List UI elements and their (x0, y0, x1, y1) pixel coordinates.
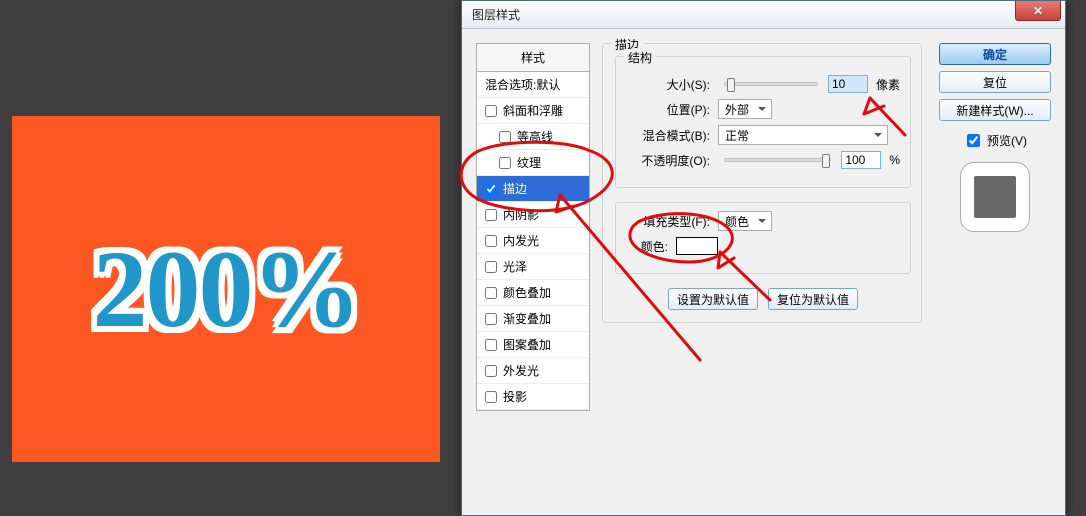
style-item-label: 渐变叠加 (503, 310, 551, 327)
style-check-satin[interactable] (485, 261, 497, 273)
style-item-inner-shadow[interactable]: 内阴影 (477, 202, 589, 228)
style-check-texture[interactable] (499, 157, 511, 169)
style-check-bevel[interactable] (485, 105, 497, 117)
style-list-header: 样式 (477, 44, 589, 72)
fill-type-combo[interactable]: 颜色 (718, 211, 772, 231)
blend-mode-combo[interactable]: 正常 (718, 125, 888, 145)
opacity-slider[interactable] (724, 158, 831, 162)
style-item-label: 描边 (503, 180, 527, 197)
style-item-texture[interactable]: 纹理 (477, 150, 589, 176)
opacity-row: 不透明度(O): % (628, 151, 900, 169)
ok-button[interactable]: 确定 (939, 43, 1051, 65)
reset-default-button[interactable]: 复位为默认值 (768, 288, 858, 310)
style-item-label: 光泽 (503, 258, 527, 275)
make-default-label: 设置为默认值 (677, 291, 749, 308)
position-value: 外部 (725, 101, 749, 118)
opacity-unit: % (889, 153, 900, 167)
preview-label: 预览(V) (987, 132, 1027, 149)
style-item-color-overlay[interactable]: 颜色叠加 (477, 280, 589, 306)
reset-label: 复位 (983, 74, 1007, 91)
style-check-stroke[interactable] (485, 183, 497, 195)
close-icon: ✕ (1033, 4, 1043, 18)
style-check-gradient-overlay[interactable] (485, 313, 497, 325)
opacity-slider-thumb[interactable] (822, 154, 830, 168)
stroke-outer-group: 描边 结构 大小(S): 像素 位置(P): 外部 (602, 43, 922, 323)
style-item-blend-defaults[interactable]: 混合选项:默认 (477, 72, 589, 98)
style-item-label: 纹理 (517, 154, 541, 171)
style-check-drop-shadow[interactable] (485, 391, 497, 403)
style-check-color-overlay[interactable] (485, 287, 497, 299)
dialog-title: 图层样式 (472, 6, 520, 23)
style-list: 样式 混合选项:默认 斜面和浮雕 等高线 纹理 描边 内阴影 (476, 43, 590, 411)
dialog-body: 样式 混合选项:默认 斜面和浮雕 等高线 纹理 描边 内阴影 (462, 29, 1065, 515)
style-item-drop-shadow[interactable]: 投影 (477, 384, 589, 410)
style-item-label: 等高线 (517, 128, 553, 145)
style-item-pattern-overlay[interactable]: 图案叠加 (477, 332, 589, 358)
new-style-label: 新建样式(W)... (956, 102, 1033, 119)
style-check-inner-shadow[interactable] (485, 209, 497, 221)
ok-label: 确定 (983, 46, 1007, 63)
style-item-label: 斜面和浮雕 (503, 102, 563, 119)
style-check-pattern-overlay[interactable] (485, 339, 497, 351)
layer-style-dialog: 图层样式 ✕ 样式 混合选项:默认 斜面和浮雕 等高线 纹理 (461, 0, 1066, 516)
new-style-button[interactable]: 新建样式(W)... (939, 99, 1051, 121)
style-item-label: 内发光 (503, 232, 539, 249)
style-item-inner-glow[interactable]: 内发光 (477, 228, 589, 254)
style-item-label: 图案叠加 (503, 336, 551, 353)
style-item-bevel[interactable]: 斜面和浮雕 (477, 98, 589, 124)
reset-default-label: 复位为默认值 (777, 291, 849, 308)
stroke-panel: 描边 结构 大小(S): 像素 位置(P): 外部 (602, 43, 922, 337)
style-item-gradient-overlay[interactable]: 渐变叠加 (477, 306, 589, 332)
position-row: 位置(P): 外部 (628, 99, 900, 119)
default-buttons: 设置为默认值 复位为默认值 (615, 288, 911, 310)
style-item-label: 投影 (503, 388, 527, 405)
fill-type-row: 填充类型(F): 颜色 (628, 211, 900, 231)
size-label: 大小(S): (628, 76, 710, 93)
color-row: 颜色: (628, 237, 900, 255)
size-input[interactable] (828, 75, 868, 93)
style-item-label: 内阴影 (503, 206, 539, 223)
style-item-satin[interactable]: 光泽 (477, 254, 589, 280)
preview-box (960, 162, 1030, 232)
blend-mode-row: 混合模式(B): 正常 (628, 125, 900, 145)
structure-group: 结构 大小(S): 像素 位置(P): 外部 (615, 56, 911, 188)
style-item-stroke[interactable]: 描边 (477, 176, 589, 202)
reset-button[interactable]: 复位 (939, 71, 1051, 93)
style-check-contour[interactable] (499, 131, 511, 143)
fill-type-value: 颜色 (725, 213, 749, 230)
blend-mode-value: 正常 (725, 127, 749, 144)
color-label: 颜色: (628, 238, 668, 255)
close-button[interactable]: ✕ (1015, 1, 1061, 21)
style-item-contour[interactable]: 等高线 (477, 124, 589, 150)
style-item-outer-glow[interactable]: 外发光 (477, 358, 589, 384)
titlebar[interactable]: 图层样式 ✕ (462, 1, 1065, 29)
preview-thumb (974, 176, 1016, 218)
style-item-label: 混合选项:默认 (485, 76, 560, 93)
size-unit: 像素 (876, 76, 900, 93)
fill-type-label: 填充类型(F): (628, 213, 710, 230)
make-default-button[interactable]: 设置为默认值 (668, 288, 758, 310)
style-item-label: 颜色叠加 (503, 284, 551, 301)
position-combo[interactable]: 外部 (718, 99, 772, 119)
fill-group: 填充类型(F): 颜色 颜色: (615, 202, 911, 274)
opacity-input[interactable] (841, 151, 881, 169)
side-panel: 确定 复位 新建样式(W)... 预览(V) (939, 43, 1051, 232)
opacity-label: 不透明度(O): (628, 152, 710, 169)
size-slider-thumb[interactable] (727, 78, 735, 92)
canvas-preview: 200% (12, 116, 440, 462)
canvas-text: 200% (93, 226, 360, 353)
preview-row: 预览(V) (939, 131, 1051, 150)
size-row: 大小(S): 像素 (628, 75, 900, 93)
style-check-inner-glow[interactable] (485, 235, 497, 247)
style-item-label: 外发光 (503, 362, 539, 379)
position-label: 位置(P): (628, 101, 710, 118)
color-swatch[interactable] (676, 237, 718, 255)
blend-mode-label: 混合模式(B): (628, 127, 710, 144)
style-check-outer-glow[interactable] (485, 365, 497, 377)
structure-title: 结构 (624, 49, 656, 66)
size-slider[interactable] (724, 82, 818, 86)
preview-checkbox[interactable] (967, 134, 980, 147)
